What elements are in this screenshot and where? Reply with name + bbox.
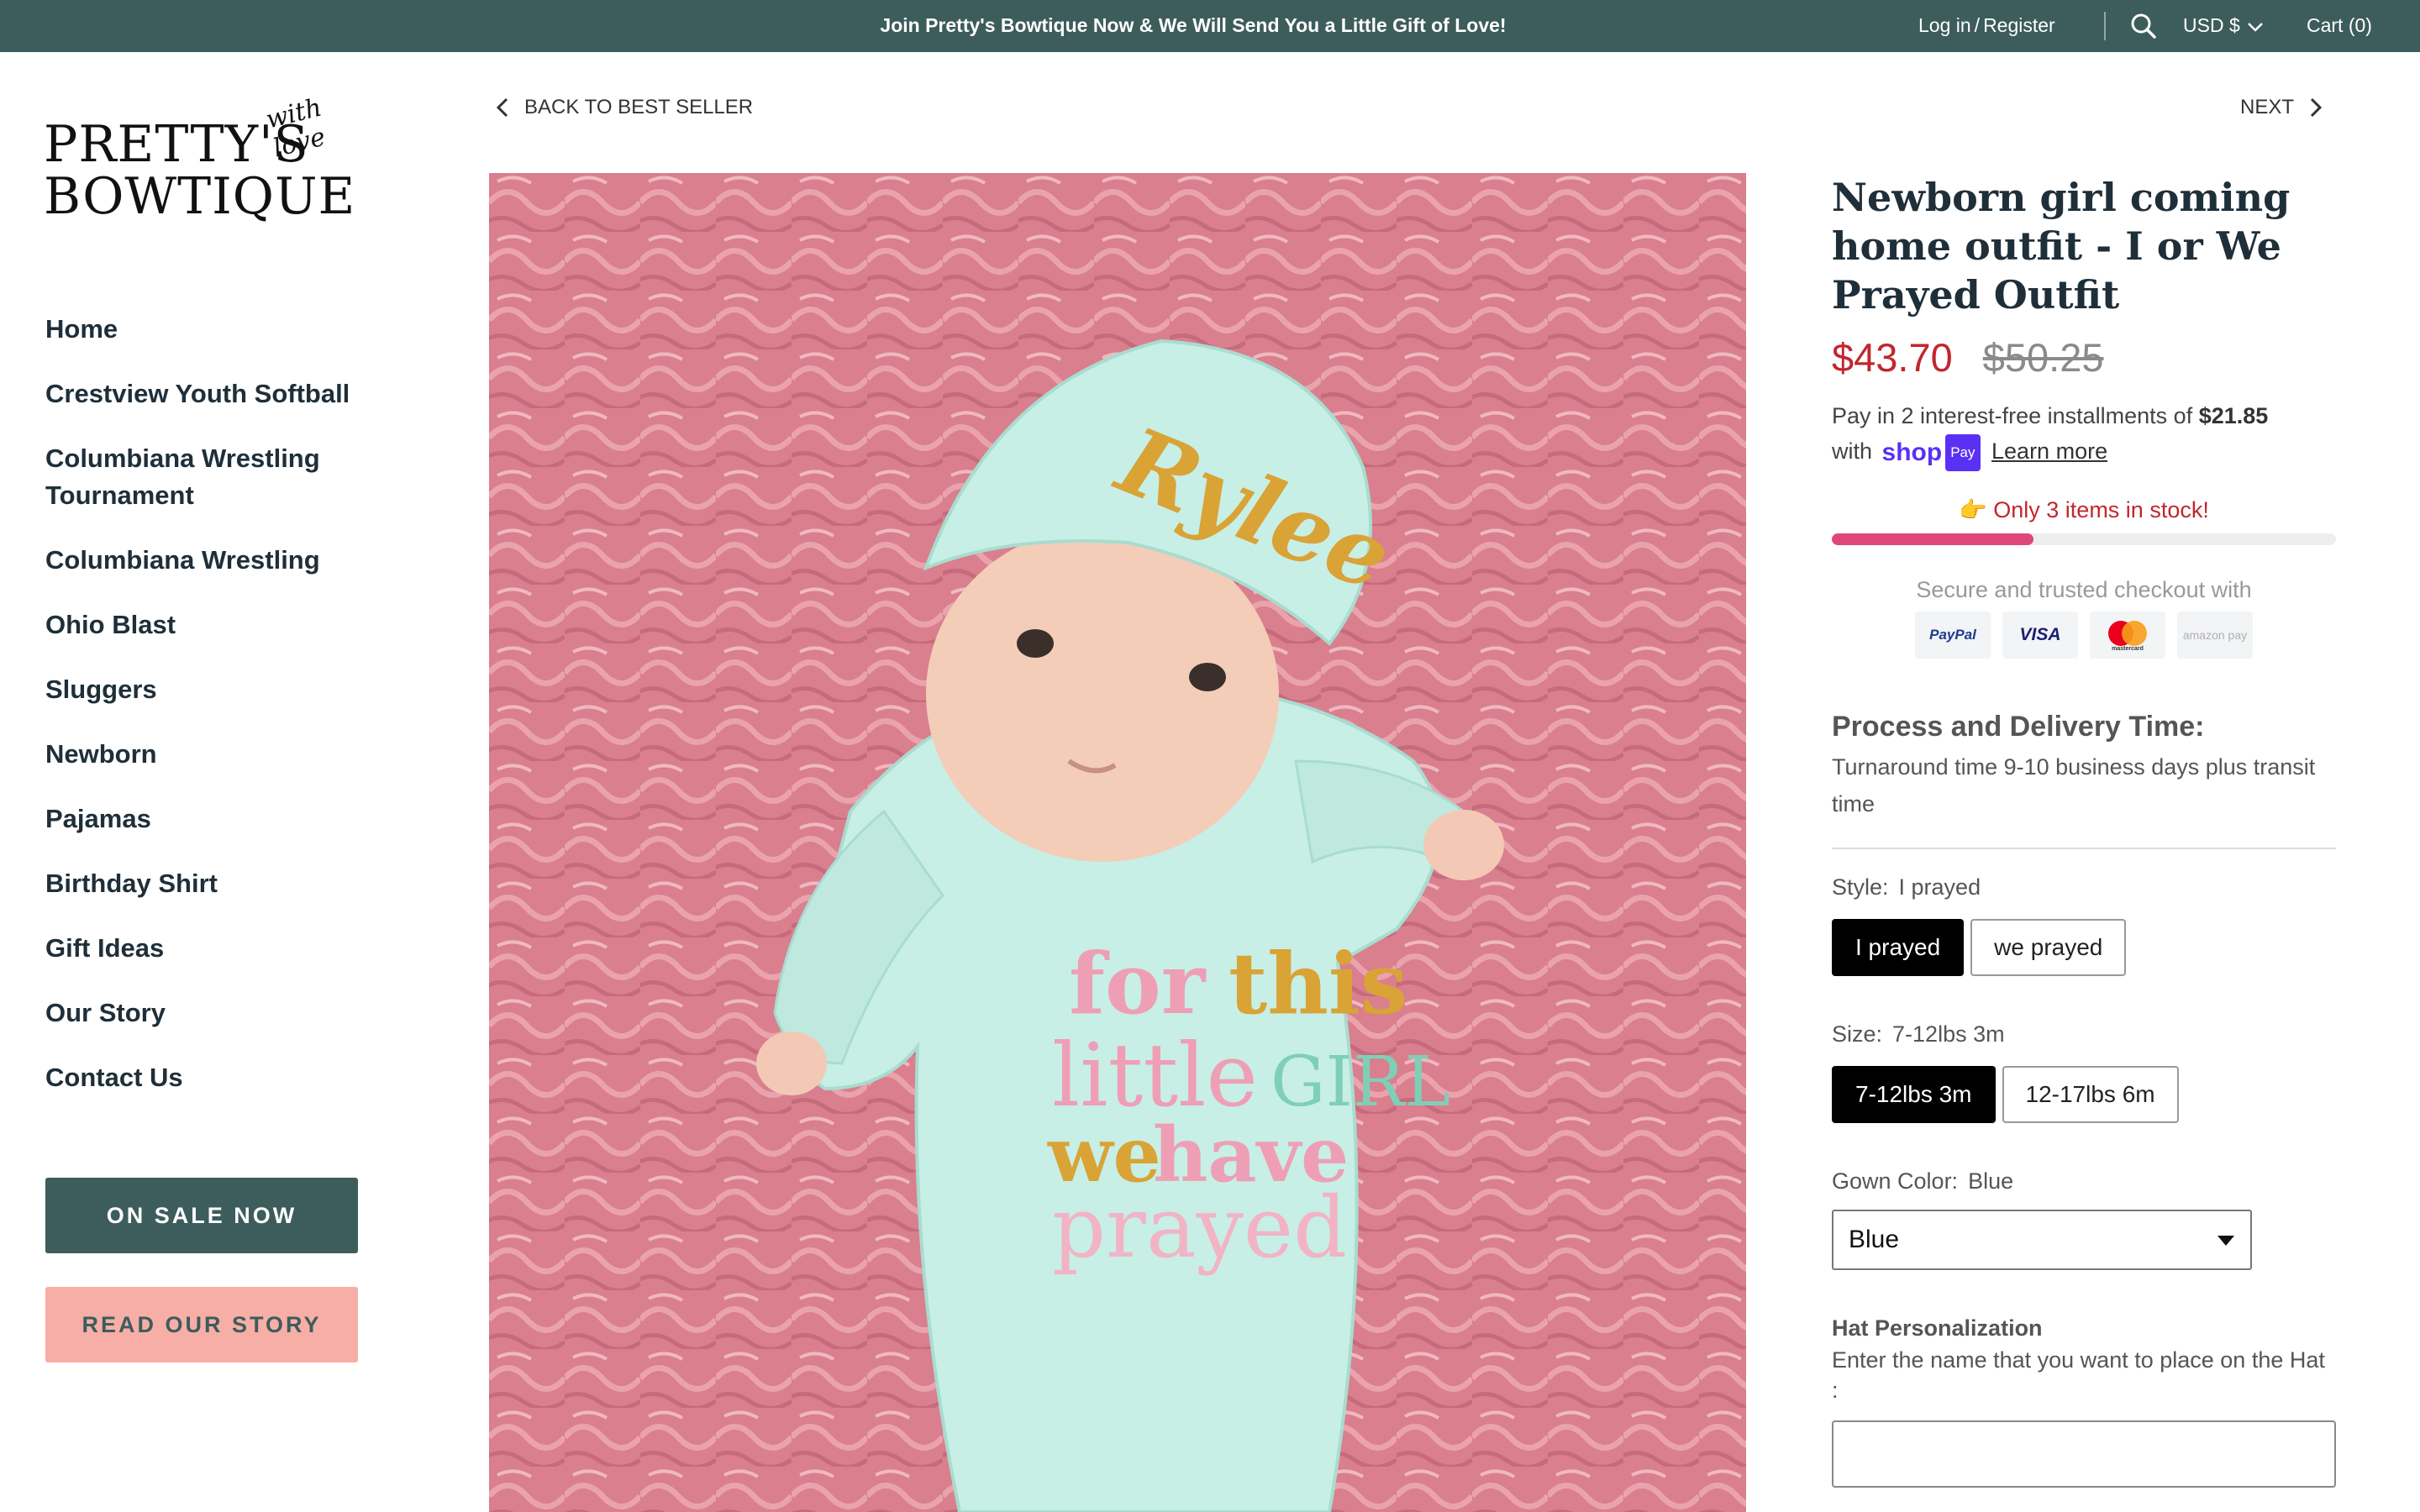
gown-color-label-text: Gown Color: [1832,1168,1959,1194]
product-title: Newborn girl coming home outfit - I or W… [1832,175,2291,318]
installments-text: Pay in 2 interest-free installments of [1832,403,2193,428]
sidebar-nav: Home Crestview Youth Softball Columbiana… [45,311,365,1124]
pointing-hand-icon: 👉 [1959,496,1987,522]
gown-color-select[interactable]: Blue [1832,1209,2252,1270]
next-link-label: NEXT [2240,96,2295,118]
currency-label: USD $ [2183,14,2240,36]
product-photo: Rylee for this little GIRL we have praye… [489,173,1746,1512]
gown-color-selected-value: Blue [1968,1168,2014,1194]
gown-word-this: this [1228,934,1407,1033]
chevron-left-icon [496,97,508,118]
shop-pay-installments: Pay in 2 interest-free installments of $… [1832,398,2336,471]
logo-script: with love [263,92,329,164]
nav-item-contact-us[interactable]: Contact Us [45,1059,365,1096]
size-label-text: Size: [1832,1021,1883,1047]
baby-left-hand [756,1032,827,1095]
section-divider [1832,847,2336,849]
search-icon[interactable] [2128,11,2159,41]
stock-progress-bar [1832,533,2336,545]
size-option-7-12lbs[interactable]: 7-12lbs 3m [1832,1065,1996,1123]
announcement-bar: Join Pretty's Bowtique Now & We Will Sen… [0,0,2420,52]
price-block: $43.70 $50.25 [1832,334,2336,380]
size-selected-value: 7-12lbs 3m [1892,1021,2005,1047]
mastercard-icon: mastercard [2090,611,2165,659]
sale-price: $43.70 [1832,335,1953,380]
gown-word-for: for [1069,934,1207,1033]
stock-notice: 👉 Only 3 items in stock! [1832,496,2336,523]
paypal-icon: PayPal [1915,611,1991,659]
site-logo[interactable]: PRETTY'S BOWTIQUE with love [44,92,363,228]
style-option-we-prayed[interactable]: we prayed [1970,918,2127,976]
nav-item-birthday-shirt[interactable]: Birthday Shirt [45,865,365,902]
delivery-heading: Process and Delivery Time: [1832,710,2205,743]
logo-line-2: BOWTIQUE [44,167,356,226]
installments-with: with [1832,438,1873,464]
read-our-story-button[interactable]: READ OUR STORY [45,1287,358,1362]
login-link[interactable]: Log in [1918,14,1971,36]
back-to-collection-link[interactable]: BACK TO BEST SELLER [496,96,753,119]
login-separator: / [1974,14,1981,36]
baby-right-fist [1423,810,1504,880]
topbar-divider [2104,12,2106,40]
shop-pay-word: shop [1881,438,1943,466]
shop-pay-badge: Pay [1945,433,1981,471]
nav-item-pajamas[interactable]: Pajamas [45,801,365,837]
nav-item-columbiana-wrestling-tournament[interactable]: Columbiana Wrestling Tournament [45,440,331,514]
style-option-label: Style: I prayed [1832,874,2336,900]
nav-item-ohio-blast[interactable]: Ohio Blast [45,606,365,643]
payment-icons: PayPal VISA mastercard amazon pay [1832,611,2336,659]
chevron-right-icon [2310,97,2323,118]
product-image[interactable]: Rylee for this little GIRL we have praye… [489,173,1746,1512]
gown-color-label: Gown Color: Blue [1832,1168,2336,1194]
nav-item-home[interactable]: Home [45,311,365,348]
size-options: 7-12lbs 3m 12-17lbs 6m [1832,1065,2336,1123]
nav-item-gift-ideas[interactable]: Gift Ideas [45,930,365,967]
installment-amount: $21.85 [2198,403,2269,428]
style-options: I prayed we prayed [1832,918,2336,976]
product-info: Newborn girl coming home outfit - I or W… [1832,173,2336,1488]
hat-personalization-instructions: Enter the name that you want to place on… [1832,1347,2325,1403]
baby-eye-right [1189,663,1226,691]
chevron-down-icon [2247,23,2263,32]
baby-eye-left [1017,629,1054,658]
register-link[interactable]: Register [1983,14,2055,36]
gown-word-prayed: prayed [1052,1179,1347,1277]
shop-pay-logo: shop Pay [1881,433,1981,471]
hat-personalization-heading: Hat Personalization [1832,1315,2043,1341]
style-option-i-prayed[interactable]: I prayed [1832,918,1965,976]
delivery-text: Turnaround time 9-10 business days plus … [1832,753,2316,816]
stock-text: Only 3 items in stock! [1993,496,2209,522]
next-product-link[interactable]: NEXT [2240,96,2323,119]
nav-item-newborn[interactable]: Newborn [45,736,365,773]
stock-progress-fill [1832,533,2033,545]
caret-down-icon [2217,1235,2234,1246]
on-sale-now-button[interactable]: ON SALE NOW [45,1178,358,1253]
currency-selector[interactable]: USD $ [2183,0,2264,52]
amazon-pay-icon: amazon pay [2177,611,2253,659]
size-option-label: Size: 7-12lbs 3m [1832,1021,2336,1047]
nav-item-crestview-youth-softball[interactable]: Crestview Youth Softball [45,375,365,412]
size-option-12-17lbs[interactable]: 12-17lbs 6m [2002,1065,2179,1123]
nav-item-columbiana-wrestling[interactable]: Columbiana Wrestling [45,542,365,579]
nav-item-sluggers[interactable]: Sluggers [45,671,365,708]
nav-item-our-story[interactable]: Our Story [45,995,365,1032]
compare-price: $50.25 [1982,335,2104,380]
learn-more-link[interactable]: Learn more [1991,438,2107,464]
cart-link[interactable]: Cart (0) [2307,0,2372,52]
mastercard-label: mastercard [2112,646,2144,652]
hat-name-input[interactable] [1832,1420,2336,1488]
style-selected-value: I prayed [1898,874,1981,900]
secure-checkout-text: Secure and trusted checkout with [1916,576,2252,602]
style-label-text: Style: [1832,874,1889,900]
back-link-label: BACK TO BEST SELLER [524,96,754,118]
visa-icon: VISA [2002,611,2078,659]
gown-color-select-value: Blue [1849,1225,1900,1253]
account-links: Log in / Register [1918,0,2055,52]
